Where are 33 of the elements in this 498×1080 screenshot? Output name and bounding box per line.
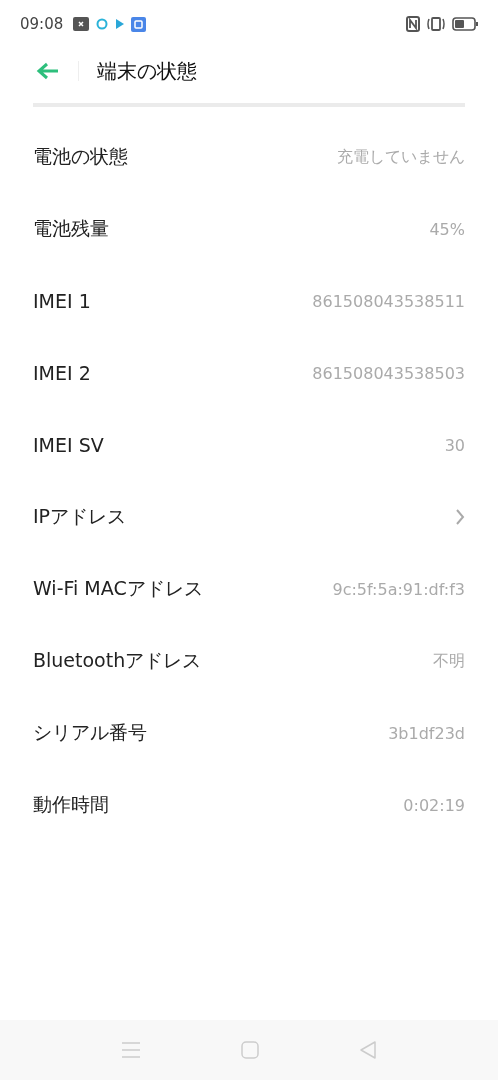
row-label: IMEI SV bbox=[33, 434, 104, 456]
row-value: 不明 bbox=[433, 650, 465, 672]
row-value: 30 bbox=[444, 435, 465, 455]
play-icon bbox=[115, 18, 126, 30]
row-value: 45% bbox=[429, 219, 465, 239]
home-icon[interactable] bbox=[241, 1041, 259, 1059]
nfc-icon bbox=[406, 16, 420, 32]
row-value: 861508043538511 bbox=[312, 291, 465, 311]
row-value: 充電していません bbox=[337, 146, 465, 168]
row-label: 電池の状態 bbox=[33, 144, 128, 169]
battery-icon bbox=[452, 17, 478, 31]
row-label: Wi-Fi MACアドレス bbox=[33, 576, 203, 601]
row-label: IMEI 1 bbox=[33, 290, 91, 312]
row-value: 861508043538503 bbox=[312, 363, 465, 383]
page-title: 端末の状態 bbox=[97, 57, 197, 85]
row-value: 0:02:19 bbox=[403, 795, 465, 815]
app-icon bbox=[131, 16, 147, 32]
row-label: Bluetoothアドレス bbox=[33, 648, 202, 673]
settings-row[interactable]: IPアドレス bbox=[0, 481, 498, 553]
row-label: IPアドレス bbox=[33, 504, 127, 529]
menu-icon[interactable] bbox=[121, 1041, 141, 1059]
notification-icon bbox=[73, 17, 90, 31]
row-label: IMEI 2 bbox=[33, 362, 91, 384]
row-label: 電池残量 bbox=[33, 216, 109, 241]
vibrate-icon bbox=[426, 16, 446, 32]
circle-icon bbox=[95, 17, 110, 31]
chevron-icon bbox=[455, 508, 465, 526]
back-icon[interactable] bbox=[359, 1040, 377, 1060]
row-label: 動作時間 bbox=[33, 792, 109, 817]
status-time: 09:08 bbox=[20, 15, 64, 33]
row-value: 3b1df23d bbox=[388, 723, 465, 743]
row-label: シリアル番号 bbox=[33, 720, 147, 745]
row-value: 9c:5f:5a:91:df:f3 bbox=[332, 579, 465, 599]
